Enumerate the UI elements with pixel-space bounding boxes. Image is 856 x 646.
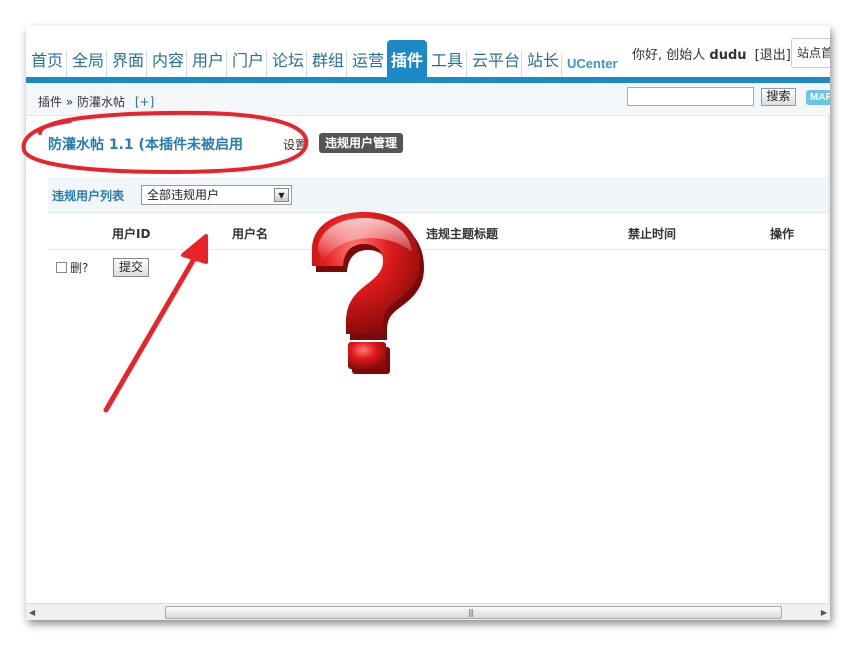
list-header: 违规用户列表 全部违规用户 ▼ bbox=[48, 177, 830, 213]
column-username: 用户名 bbox=[232, 227, 269, 241]
scroll-right-icon[interactable]: ▶ bbox=[821, 608, 827, 617]
plugin-title: 防灌水帖 1.1 (本插件未被启用 bbox=[48, 137, 243, 153]
scroll-left-icon[interactable]: ◀ bbox=[29, 608, 35, 617]
tab-violator-management[interactable]: 违规用户管理 bbox=[319, 133, 404, 153]
nav-item-plugins[interactable]: 插件 bbox=[387, 40, 427, 78]
nav-item-operations[interactable]: 运营 bbox=[346, 50, 384, 77]
nav-item-home[interactable]: 首页 bbox=[31, 50, 63, 77]
delete-checkbox[interactable] bbox=[56, 262, 67, 273]
nav-item-users[interactable]: 用户 bbox=[186, 50, 224, 77]
top-navigation: 首页 全局 界面 内容 用户 门户 论坛 群组 运营 插件 工具 云平台 站长 … bbox=[26, 26, 830, 83]
nav-item-forum[interactable]: 论坛 bbox=[266, 50, 304, 77]
logout-link[interactable]: [退出] bbox=[755, 48, 791, 63]
nav-item-portal[interactable]: 门户 bbox=[226, 50, 264, 77]
vertical-scrollbar[interactable] bbox=[828, 116, 830, 603]
delete-row: 删? bbox=[56, 259, 88, 276]
table-header: 用户ID 用户名 违规主题标题 禁止时间 操作 bbox=[48, 214, 830, 250]
site-home-button[interactable]: 站点首页 bbox=[791, 38, 830, 68]
nav-item-global[interactable]: 全局 bbox=[66, 50, 104, 77]
submit-button[interactable]: 提交 bbox=[113, 258, 149, 277]
grip-icon: ||| bbox=[468, 608, 474, 617]
breadcrumb-current: 防灌水帖 bbox=[77, 95, 126, 109]
breadcrumb-separator: » bbox=[65, 95, 74, 109]
tab-settings[interactable]: 设置 bbox=[283, 136, 307, 153]
nav-item-interface[interactable]: 界面 bbox=[106, 50, 144, 77]
nav-item-webmaster[interactable]: 站长 bbox=[521, 50, 559, 77]
violator-filter-select[interactable]: 全部违规用户 ▼ bbox=[141, 185, 292, 205]
nav-item-cloud[interactable]: 云平台 bbox=[466, 50, 520, 77]
greeting-text: 你好, 创始人 bbox=[632, 48, 706, 63]
breadcrumb-root[interactable]: 插件 bbox=[38, 95, 62, 109]
nav-item-tools[interactable]: 工具 bbox=[431, 50, 463, 77]
username: dudu bbox=[709, 48, 747, 63]
search-input[interactable] bbox=[627, 87, 754, 106]
scrollbar-thumb[interactable]: ||| bbox=[165, 606, 782, 619]
nav-item-ucenter[interactable]: UCenter bbox=[561, 53, 618, 80]
chevron-down-icon[interactable]: ▼ bbox=[274, 188, 289, 202]
horizontal-scrollbar[interactable]: ◀ ||| ▶ bbox=[26, 603, 830, 620]
map-button[interactable]: MAP bbox=[806, 90, 830, 105]
list-title: 违规用户列表 bbox=[52, 189, 125, 203]
column-ban-time: 禁止时间 bbox=[628, 227, 677, 241]
browser-window: 首页 全局 界面 内容 用户 门户 论坛 群组 运营 插件 工具 云平台 站长 … bbox=[26, 26, 830, 620]
column-thread-title: 违规主题标题 bbox=[426, 227, 499, 241]
filter-selected-value: 全部违规用户 bbox=[147, 188, 220, 202]
nav-item-groups[interactable]: 群组 bbox=[306, 50, 344, 77]
nav-item-content[interactable]: 内容 bbox=[146, 50, 184, 77]
column-user-id: 用户ID bbox=[112, 227, 151, 241]
delete-label: 删? bbox=[70, 261, 89, 275]
sub-navigation: 插件 » 防灌水帖 [+] 搜索 MAP bbox=[26, 83, 830, 116]
column-actions: 操作 bbox=[770, 227, 795, 241]
add-shortcut-link[interactable]: [+] bbox=[135, 95, 154, 109]
user-greeting: 你好, 创始人 dudu [退出] bbox=[632, 44, 791, 63]
search-button[interactable]: 搜索 bbox=[761, 88, 796, 106]
breadcrumb: 插件 » 防灌水帖 [+] bbox=[38, 93, 154, 110]
